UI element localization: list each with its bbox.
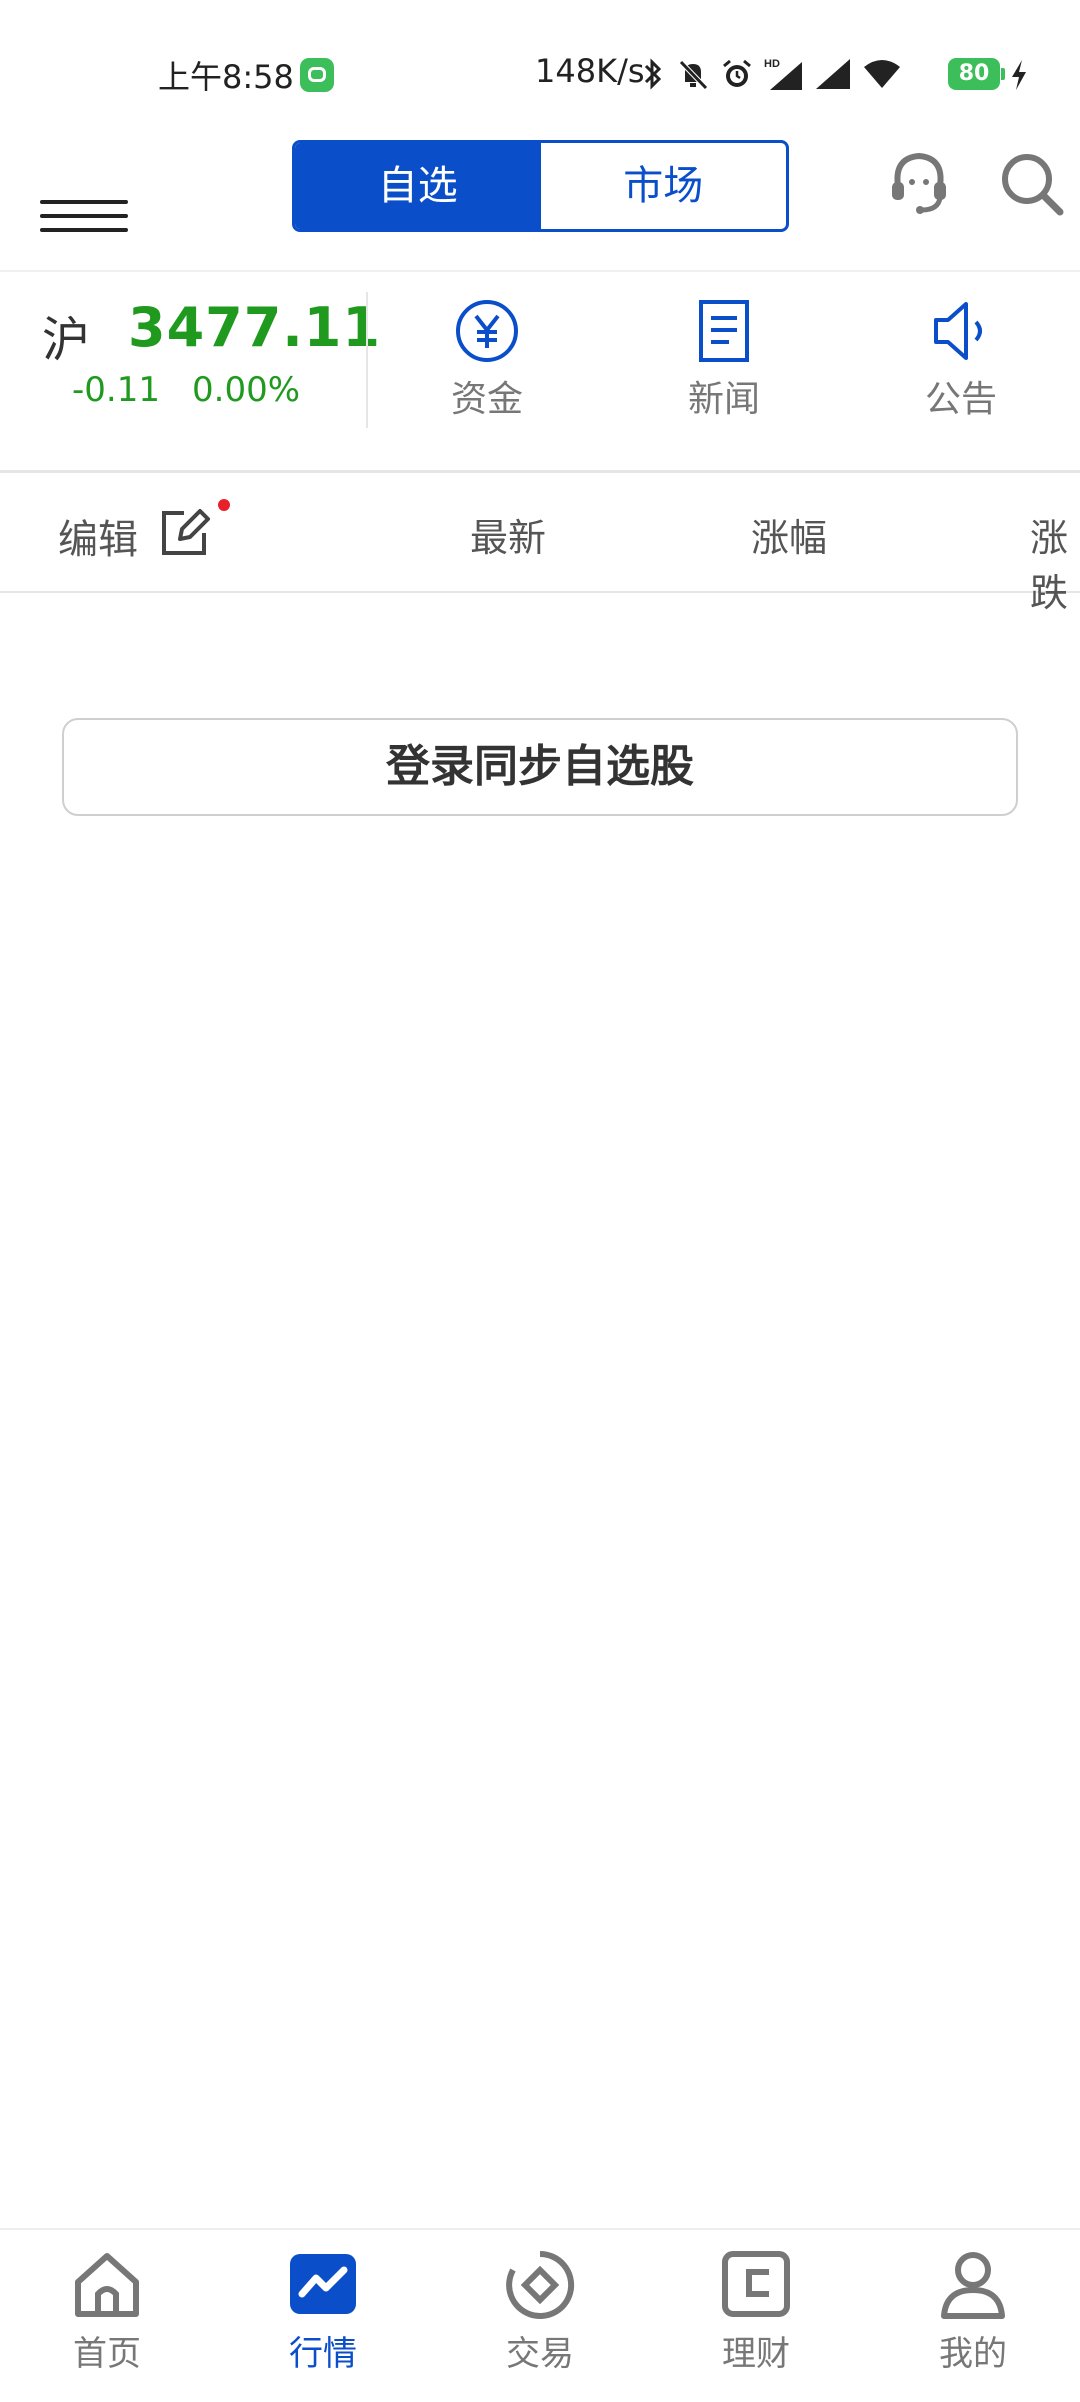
index-change: -0.11 — [72, 370, 160, 410]
charging-icon — [1012, 60, 1026, 90]
nav-market[interactable]: 行情 — [243, 2250, 403, 2375]
tab-market[interactable]: 市场 — [541, 143, 787, 229]
nav-mine[interactable]: 我的 — [893, 2250, 1053, 2375]
menu-line — [40, 214, 128, 218]
user-icon — [941, 2252, 1005, 2319]
index-summary[interactable]: 沪 3477.11 -0.11 0.00% 资金 新闻 公告 — [0, 270, 1080, 473]
bluetooth-icon — [644, 58, 662, 90]
nav-label: 理财 — [722, 2334, 790, 2374]
quick-link-funds[interactable]: 资金 — [417, 298, 557, 422]
status-icons: HD — [640, 52, 902, 96]
customer-service-icon[interactable] — [884, 148, 954, 218]
menu-line — [40, 228, 128, 232]
watchlist-column-header: 编辑 最新 涨幅 涨跌 — [0, 471, 1080, 615]
nav-label: 行情 — [289, 2334, 357, 2374]
nav-label: 我的 — [939, 2334, 1007, 2374]
svg-text:HD: HD — [764, 58, 780, 70]
quick-link-news[interactable]: 新闻 — [654, 298, 794, 422]
column-change-pct[interactable]: 涨幅 — [751, 507, 827, 562]
wifi-icon — [864, 60, 900, 88]
alarm-icon — [723, 59, 751, 87]
divider — [366, 292, 368, 428]
status-time: 上午8:58 — [158, 58, 294, 96]
index-change-pct: 0.00% — [192, 370, 301, 410]
nav-trade[interactable]: 交易 — [460, 2250, 620, 2375]
battery-icon: 80 — [948, 58, 1005, 90]
speaker-icon — [934, 302, 982, 360]
trade-icon — [506, 2250, 575, 2319]
menu-line — [40, 200, 128, 204]
home-icon — [75, 2253, 139, 2317]
signal-icon — [816, 59, 850, 89]
tab-watchlist[interactable]: 自选 — [295, 143, 541, 229]
nav-label: 交易 — [506, 2334, 574, 2374]
status-bar: 上午8:58 148K/s HD 80 — [0, 0, 1080, 140]
menu-button[interactable] — [40, 168, 130, 232]
document-icon — [699, 300, 749, 362]
hd-signal-icon: HD — [764, 58, 802, 90]
app-notification-icon — [300, 58, 334, 92]
quick-link-label: 资金 — [450, 379, 523, 420]
top-header: 自选 市场 — [0, 140, 1080, 270]
edit-icon[interactable] — [158, 507, 210, 559]
market-chart-icon — [290, 2254, 356, 2314]
quick-link-label: 公告 — [924, 379, 997, 420]
column-change[interactable]: 涨跌 — [1030, 507, 1080, 617]
bottom-nav: 首页 行情 交易 理财 我的 — [0, 2228, 1080, 2402]
yuan-circle-icon — [456, 300, 518, 362]
quick-link-notices[interactable]: 公告 — [891, 298, 1031, 422]
search-icon[interactable] — [996, 148, 1066, 218]
mute-bell-icon — [679, 60, 708, 90]
index-value: 3477.11 — [128, 296, 381, 359]
index-name: 沪 — [42, 312, 91, 368]
nav-home[interactable]: 首页 — [27, 2250, 187, 2375]
wallet-icon — [722, 2251, 790, 2317]
quick-link-label: 新闻 — [687, 379, 760, 420]
network-speed: 148K/s — [535, 52, 645, 90]
column-latest[interactable]: 最新 — [470, 507, 546, 562]
nav-label: 首页 — [73, 2334, 141, 2374]
nav-wealth[interactable]: 理财 — [676, 2250, 836, 2375]
notification-dot — [218, 499, 230, 511]
watchlist-market-toggle: 自选 市场 — [292, 140, 789, 232]
login-sync-button[interactable]: 登录同步自选股 — [62, 718, 1018, 816]
edit-button-label[interactable]: 编辑 — [58, 507, 138, 565]
